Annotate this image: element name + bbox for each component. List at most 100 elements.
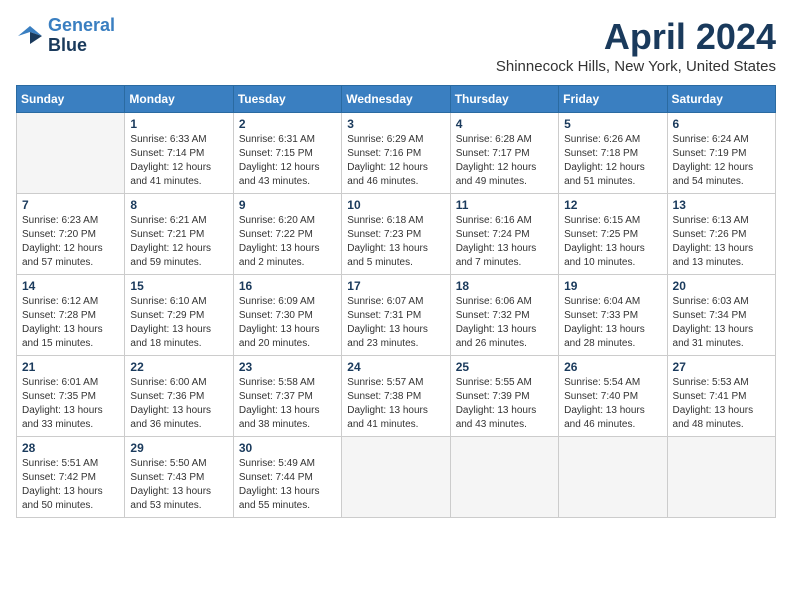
month-title: April 2024: [496, 16, 776, 58]
calendar-cell: [667, 437, 775, 518]
page-header: General Blue April 2024 Shinnecock Hills…: [16, 16, 776, 75]
calendar-week-row: 28 Sunrise: 5:51 AM Sunset: 7:42 PM Dayli…: [17, 437, 776, 518]
day-info: Sunrise: 5:57 AM Sunset: 7:38 PM Dayligh…: [347, 376, 444, 432]
calendar-cell: 27 Sunrise: 5:53 AM Sunset: 7:41 PM Dayli…: [667, 356, 775, 437]
day-number: 7: [22, 198, 119, 212]
calendar-cell: 2 Sunrise: 6:31 AM Sunset: 7:15 PM Daylig…: [233, 113, 341, 194]
calendar-cell: 7Sunrise: 6:23 AM Sunset: 7:20 PM Daylig…: [17, 194, 125, 275]
calendar-cell: 30 Sunrise: 5:49 AM Sunset: 7:44 PM Dayli…: [233, 437, 341, 518]
day-number: 30: [239, 441, 336, 455]
day-number: 24: [347, 360, 444, 374]
calendar-day-header: Wednesday: [342, 86, 450, 113]
calendar-cell: 19Sunrise: 6:04 AM Sunset: 7:33 PM Dayli…: [559, 275, 667, 356]
calendar-cell: 12Sunrise: 6:15 AM Sunset: 7:25 PM Dayli…: [559, 194, 667, 275]
day-number: 19: [564, 279, 661, 293]
day-number: 16: [239, 279, 336, 293]
day-info: Sunrise: 6:15 AM Sunset: 7:25 PM Dayligh…: [564, 214, 661, 270]
calendar-cell: [342, 437, 450, 518]
day-number: 11: [456, 198, 553, 212]
day-number: 10: [347, 198, 444, 212]
calendar-cell: 24 Sunrise: 5:57 AM Sunset: 7:38 PM Dayli…: [342, 356, 450, 437]
day-number: 22: [130, 360, 227, 374]
day-number: 18: [456, 279, 553, 293]
day-info: Sunrise: 5:58 AM Sunset: 7:37 PM Dayligh…: [239, 376, 336, 432]
day-number: 1: [130, 117, 227, 131]
calendar-day-header: Monday: [125, 86, 233, 113]
calendar-cell: 8 Sunrise: 6:21 AM Sunset: 7:21 PM Daylig…: [125, 194, 233, 275]
calendar-cell: 16 Sunrise: 6:09 AM Sunset: 7:30 PM Dayli…: [233, 275, 341, 356]
calendar-cell: 13 Sunrise: 6:13 AM Sunset: 7:26 PM Dayli…: [667, 194, 775, 275]
day-info: Sunrise: 6:07 AM Sunset: 7:31 PM Dayligh…: [347, 295, 444, 351]
day-number: 25: [456, 360, 553, 374]
day-number: 29: [130, 441, 227, 455]
day-info: Sunrise: 5:53 AM Sunset: 7:41 PM Dayligh…: [673, 376, 770, 432]
calendar-cell: 18Sunrise: 6:06 AM Sunset: 7:32 PM Dayli…: [450, 275, 558, 356]
calendar-cell: 28 Sunrise: 5:51 AM Sunset: 7:42 PM Dayli…: [17, 437, 125, 518]
calendar-day-header: Saturday: [667, 86, 775, 113]
calendar-cell: 4 Sunrise: 6:28 AM Sunset: 7:17 PM Daylig…: [450, 113, 558, 194]
day-number: 14: [22, 279, 119, 293]
day-info: Sunrise: 6:28 AM Sunset: 7:17 PM Dayligh…: [456, 133, 553, 189]
day-info: Sunrise: 6:03 AM Sunset: 7:34 PM Dayligh…: [673, 295, 770, 351]
day-number: 8: [130, 198, 227, 212]
day-number: 5: [564, 117, 661, 131]
calendar-cell: 10 Sunrise: 6:18 AM Sunset: 7:23 PM Dayli…: [342, 194, 450, 275]
day-info: Sunrise: 6:10 AM Sunset: 7:29 PM Dayligh…: [130, 295, 227, 351]
day-info: Sunrise: 5:49 AM Sunset: 7:44 PM Dayligh…: [239, 457, 336, 513]
day-info: Sunrise: 6:26 AM Sunset: 7:18 PM Dayligh…: [564, 133, 661, 189]
day-info: Sunrise: 6:13 AM Sunset: 7:26 PM Dayligh…: [673, 214, 770, 270]
day-info: Sunrise: 6:21 AM Sunset: 7:21 PM Dayligh…: [130, 214, 227, 270]
day-info: Sunrise: 6:20 AM Sunset: 7:22 PM Dayligh…: [239, 214, 336, 270]
calendar-week-row: 21 Sunrise: 6:01 AM Sunset: 7:35 PM Dayli…: [17, 356, 776, 437]
calendar-cell: 23 Sunrise: 5:58 AM Sunset: 7:37 PM Dayli…: [233, 356, 341, 437]
calendar-day-header: Tuesday: [233, 86, 341, 113]
day-number: 4: [456, 117, 553, 131]
day-number: 26: [564, 360, 661, 374]
day-number: 28: [22, 441, 119, 455]
calendar-cell: 17 Sunrise: 6:07 AM Sunset: 7:31 PM Dayli…: [342, 275, 450, 356]
day-info: Sunrise: 5:54 AM Sunset: 7:40 PM Dayligh…: [564, 376, 661, 432]
calendar-cell: 11 Sunrise: 6:16 AM Sunset: 7:24 PM Dayli…: [450, 194, 558, 275]
calendar-cell: 14 Sunrise: 6:12 AM Sunset: 7:28 PM Dayli…: [17, 275, 125, 356]
calendar-cell: 29 Sunrise: 5:50 AM Sunset: 7:43 PM Dayli…: [125, 437, 233, 518]
day-info: Sunrise: 6:00 AM Sunset: 7:36 PM Dayligh…: [130, 376, 227, 432]
calendar-cell: [450, 437, 558, 518]
day-info: Sunrise: 5:55 AM Sunset: 7:39 PM Dayligh…: [456, 376, 553, 432]
calendar-cell: 25 Sunrise: 5:55 AM Sunset: 7:39 PM Dayli…: [450, 356, 558, 437]
location-title: Shinnecock Hills, New York, United State…: [496, 58, 776, 75]
calendar-cell: 21 Sunrise: 6:01 AM Sunset: 7:35 PM Dayli…: [17, 356, 125, 437]
calendar-cell: 6 Sunrise: 6:24 AM Sunset: 7:19 PM Daylig…: [667, 113, 775, 194]
day-number: 27: [673, 360, 770, 374]
day-info: Sunrise: 6:29 AM Sunset: 7:16 PM Dayligh…: [347, 133, 444, 189]
day-info: Sunrise: 6:12 AM Sunset: 7:28 PM Dayligh…: [22, 295, 119, 351]
day-number: 20: [673, 279, 770, 293]
day-info: Sunrise: 6:01 AM Sunset: 7:35 PM Dayligh…: [22, 376, 119, 432]
day-info: Sunrise: 6:24 AM Sunset: 7:19 PM Dayligh…: [673, 133, 770, 189]
calendar-week-row: 14 Sunrise: 6:12 AM Sunset: 7:28 PM Dayli…: [17, 275, 776, 356]
day-number: 21: [22, 360, 119, 374]
day-number: 17: [347, 279, 444, 293]
calendar-day-header: Friday: [559, 86, 667, 113]
calendar-cell: 1 Sunrise: 6:33 AM Sunset: 7:14 PM Daylig…: [125, 113, 233, 194]
day-number: 6: [673, 117, 770, 131]
day-info: Sunrise: 5:51 AM Sunset: 7:42 PM Dayligh…: [22, 457, 119, 513]
day-info: Sunrise: 5:50 AM Sunset: 7:43 PM Dayligh…: [130, 457, 227, 513]
calendar-day-header: Sunday: [17, 86, 125, 113]
calendar-cell: 5 Sunrise: 6:26 AM Sunset: 7:18 PM Daylig…: [559, 113, 667, 194]
day-info: Sunrise: 6:31 AM Sunset: 7:15 PM Dayligh…: [239, 133, 336, 189]
calendar-table: SundayMondayTuesdayWednesdayThursdayFrid…: [16, 85, 776, 518]
calendar-cell: 3 Sunrise: 6:29 AM Sunset: 7:16 PM Daylig…: [342, 113, 450, 194]
day-number: 15: [130, 279, 227, 293]
day-number: 23: [239, 360, 336, 374]
day-number: 13: [673, 198, 770, 212]
day-info: Sunrise: 6:09 AM Sunset: 7:30 PM Dayligh…: [239, 295, 336, 351]
logo: General Blue: [16, 16, 115, 56]
day-info: Sunrise: 6:18 AM Sunset: 7:23 PM Dayligh…: [347, 214, 444, 270]
day-number: 2: [239, 117, 336, 131]
calendar-cell: 26 Sunrise: 5:54 AM Sunset: 7:40 PM Dayli…: [559, 356, 667, 437]
day-info: Sunrise: 6:33 AM Sunset: 7:14 PM Dayligh…: [130, 133, 227, 189]
day-number: 3: [347, 117, 444, 131]
day-info: Sunrise: 6:16 AM Sunset: 7:24 PM Dayligh…: [456, 214, 553, 270]
logo-icon: [16, 22, 44, 50]
title-block: April 2024 Shinnecock Hills, New York, U…: [496, 16, 776, 75]
